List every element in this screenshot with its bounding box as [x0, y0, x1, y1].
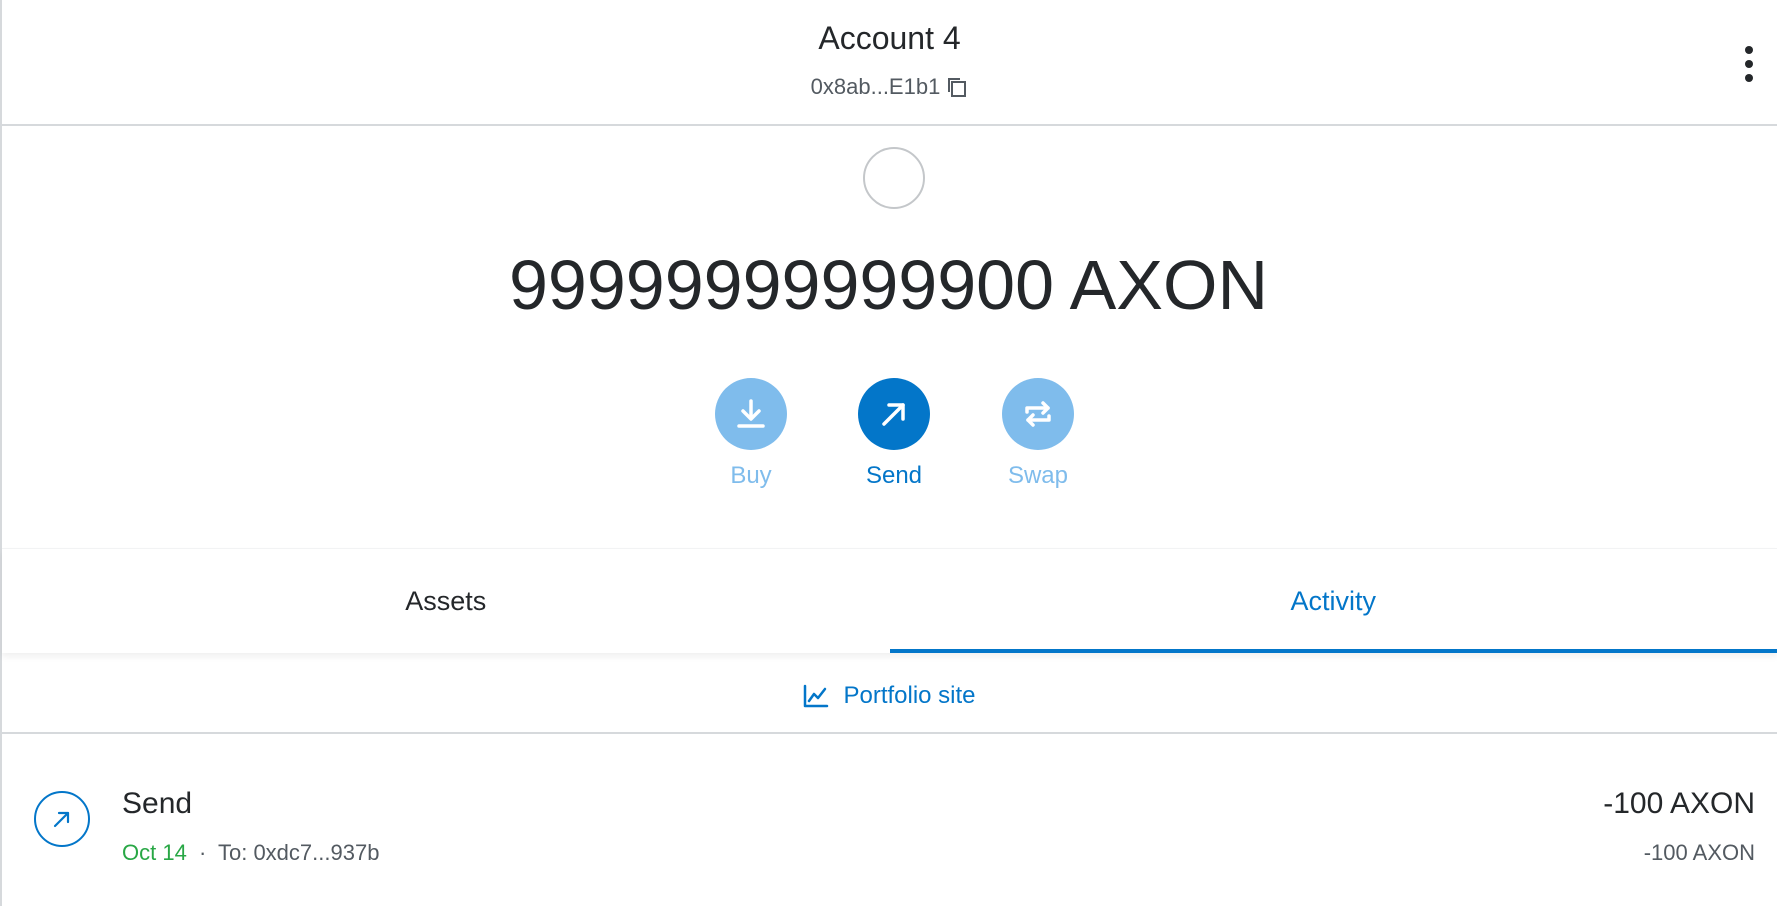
- arrow-up-right-icon: [53, 811, 70, 828]
- tab-activity[interactable]: Activity: [889, 549, 1777, 653]
- copy-icon[interactable]: [946, 76, 968, 98]
- buy-button[interactable]: Buy: [691, 378, 811, 490]
- buy-label: Buy: [730, 462, 772, 489]
- swap-label: Swap: [1007, 462, 1069, 489]
- swap-button[interactable]: Swap: [978, 378, 1098, 490]
- action-buttons: Buy Send Swap: [0, 378, 1777, 498]
- activity-list-item[interactable]: Send Oct 14 · To: 0xdc7...937b -100 AXON…: [2, 770, 1777, 890]
- arrow-up-right-icon: [882, 403, 905, 426]
- tx-amount: -100 AXON: [1603, 787, 1755, 820]
- active-tab-underline: [889, 649, 1777, 653]
- swap-arrows-icon: [1025, 401, 1051, 427]
- chart-line-icon: [804, 684, 829, 708]
- tx-date: Oct 14: [122, 840, 187, 865]
- tx-recipient: To: 0xdc7...937b: [217, 840, 380, 865]
- tx-separator: ·: [198, 840, 207, 865]
- send-tx-icon: [34, 791, 90, 847]
- buy-circle[interactable]: [715, 378, 787, 450]
- tab-activity-label: Activity: [1290, 585, 1376, 616]
- account-address[interactable]: 0x8ab...E1b1: [811, 74, 941, 100]
- account-header: Account 4 0x8ab...E1b1: [2, 0, 1777, 126]
- account-name[interactable]: Account 4: [2, 20, 1777, 57]
- tab-bar: Assets Activity: [2, 548, 1777, 653]
- send-button[interactable]: Send: [834, 378, 954, 490]
- tx-title: Send: [122, 787, 193, 820]
- download-icon: [737, 399, 765, 428]
- swap-circle[interactable]: [1002, 378, 1074, 450]
- balance-display: 99999999999900 AXON: [509, 246, 1268, 324]
- tx-subtitle: Oct 14 · To: 0xdc7...937b: [122, 840, 379, 866]
- wallet-app: Account 4 0x8ab...E1b1 99999999999900 AX…: [0, 0, 1777, 906]
- portfolio-site-label: Portfolio site: [843, 682, 976, 709]
- send-label: Send: [865, 462, 923, 489]
- token-avatar: [863, 147, 925, 209]
- portfolio-site-link[interactable]: Portfolio site: [2, 660, 1777, 734]
- tab-assets[interactable]: Assets: [2, 549, 890, 653]
- tx-amount-secondary: -100 AXON: [1643, 840, 1755, 865]
- send-circle[interactable]: [858, 378, 930, 450]
- account-options-icon[interactable]: [1739, 44, 1759, 84]
- tab-assets-label: Assets: [405, 585, 487, 616]
- address-row[interactable]: 0x8ab...E1b1: [2, 74, 1777, 100]
